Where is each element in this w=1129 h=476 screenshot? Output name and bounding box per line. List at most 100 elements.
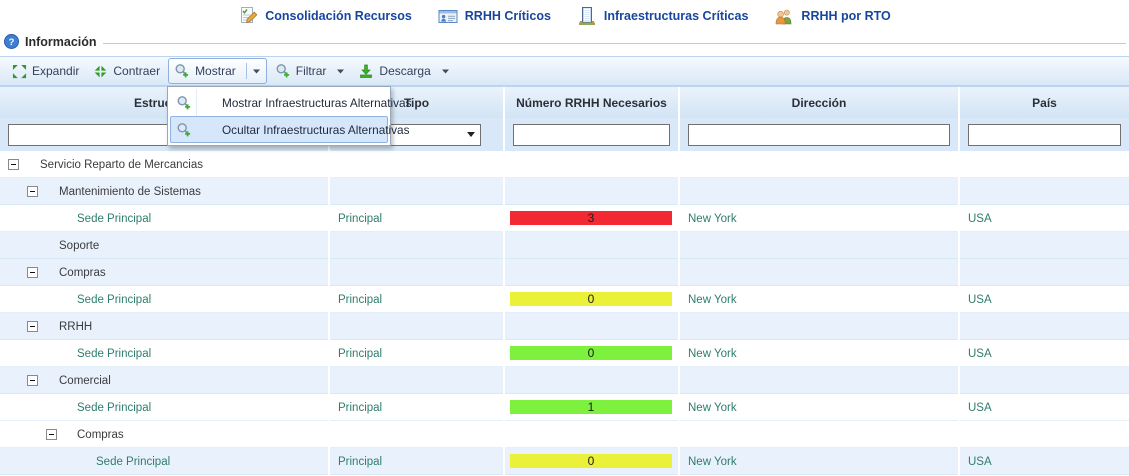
table-row[interactable]: Sede PrincipalPrincipal0New YorkUSA — [0, 286, 1129, 313]
tree-collapse-toggle[interactable] — [27, 321, 38, 332]
collapse-button[interactable]: Contraer — [87, 59, 166, 84]
grid-body: Servicio Reparto de Mercancias Mantenimie… — [0, 151, 1129, 475]
magnifier-plus-icon — [275, 63, 291, 79]
select-arrow-icon — [467, 132, 475, 137]
filter-button[interactable]: Filtrar — [269, 58, 351, 84]
column-header-label: País — [1032, 96, 1057, 110]
tree-collapse-toggle[interactable] — [8, 159, 19, 170]
table-row[interactable]: Sede PrincipalPrincipal3New YorkUSA — [0, 205, 1129, 232]
cell-rrhh — [505, 313, 680, 340]
show-button[interactable]: Mostrar — [168, 58, 267, 84]
cell-tipo — [330, 259, 505, 286]
nav-rrhh-por-rto[interactable]: RRHH por RTO — [774, 8, 890, 25]
cell-direccion — [680, 421, 960, 448]
direccion-value: New York — [680, 294, 737, 306]
top-nav: Consolidación Recursos RRHH Críticos Infra… — [0, 0, 1129, 30]
cell-estructura: Compras — [0, 259, 330, 286]
table-row[interactable]: Sede Principal Principal 0New YorkUSA — [0, 340, 1129, 367]
direccion-value: New York — [680, 402, 737, 414]
menu-item-ocultar-alternativas[interactable]: Ocultar Infraestructuras Alternativas — [170, 116, 388, 143]
filter-pais-input[interactable] — [968, 124, 1121, 146]
cell-rrhh — [505, 367, 680, 394]
rrhh-status-value: 0 — [510, 454, 672, 468]
panel-title: Información — [25, 35, 97, 49]
nav-rrhh-criticos[interactable]: RRHH Críticos — [438, 8, 551, 25]
cell-pais — [960, 259, 1129, 286]
magnifier-plus-icon — [176, 122, 192, 138]
nav-rrhh-criticos-label: RRHH Críticos — [465, 9, 551, 23]
cell-direccion — [680, 313, 960, 340]
table-row[interactable]: Compras — [0, 259, 1129, 286]
cell-estructura: RRHH — [0, 313, 330, 340]
column-header-direccion[interactable]: Dirección — [680, 87, 960, 118]
nav-rrhh-por-rto-label: RRHH por RTO — [801, 9, 890, 23]
table-row[interactable]: Soporte — [0, 232, 1129, 259]
tree-collapse-toggle[interactable] — [27, 186, 38, 197]
pais-value: USA — [960, 402, 992, 414]
cell-tipo — [330, 367, 505, 394]
cell-rrhh: 0 — [505, 340, 680, 367]
svg-text:?: ? — [9, 37, 15, 48]
cell-estructura: Comercial — [0, 367, 330, 394]
table-row[interactable]: RRHH — [0, 313, 1129, 340]
structure-name: Sede Principal — [77, 348, 151, 360]
cell-direccion — [680, 178, 960, 205]
cell-tipo — [330, 313, 505, 340]
nav-consolidacion-recursos[interactable]: Consolidación Recursos — [238, 6, 412, 26]
download-button[interactable]: Descarga — [352, 58, 454, 84]
cell-estructura: Sede Principal — [0, 448, 330, 475]
filter-direccion-input[interactable] — [688, 124, 950, 146]
tree-collapse-toggle[interactable] — [27, 267, 38, 278]
collapse-icon — [93, 64, 108, 79]
app-root: Consolidación Recursos RRHH Críticos Infra… — [0, 0, 1129, 476]
cell-direccion: New York — [680, 448, 960, 475]
table-row[interactable]: Sede PrincipalPrincipal 0 New York USA — [0, 448, 1129, 475]
cell-tipo: Principal — [330, 394, 505, 421]
cell-estructura: Sede Principal — [0, 394, 330, 421]
tree-collapse-toggle[interactable] — [46, 429, 57, 440]
cell-pais: USA — [960, 448, 1129, 475]
cell-direccion: New York — [680, 205, 960, 232]
cell-direccion: New York — [680, 394, 960, 421]
panel-divider — [103, 43, 1126, 44]
menu-item-mostrar-alternativas[interactable]: Mostrar Infraestructuras Alternativas — [170, 89, 388, 116]
nav-infraestructuras-criticas[interactable]: Infraestructuras Críticas — [577, 6, 749, 26]
column-header-rrhh[interactable]: Número RRHH Necesarios — [505, 87, 680, 118]
doc-pencil-icon — [238, 6, 258, 26]
table-row[interactable]: Comercial — [0, 367, 1129, 394]
cell-estructura: Sede Principal — [0, 340, 330, 367]
table-row[interactable]: Servicio Reparto de Mercancias — [0, 151, 1129, 178]
pais-value: USA — [960, 348, 992, 360]
cell-pais — [960, 367, 1129, 394]
direccion-value: New York — [680, 456, 737, 468]
tipo-value: Principal — [330, 348, 382, 360]
chevron-down-icon[interactable] — [246, 63, 266, 79]
cell-direccion: New York — [680, 340, 960, 367]
column-header-pais[interactable]: País — [960, 87, 1129, 118]
expand-button[interactable]: Expandir — [6, 59, 85, 84]
tree-collapse-toggle[interactable] — [27, 375, 38, 386]
table-row[interactable]: Sede PrincipalPrincipal1New YorkUSA — [0, 394, 1129, 421]
cell-tipo: Principal — [330, 448, 505, 475]
structure-name: Mantenimiento de Sistemas — [59, 186, 201, 198]
structure-name: Sede Principal — [77, 213, 151, 225]
cell-estructura: Compras — [0, 421, 330, 448]
table-row[interactable]: Compras — [0, 421, 1129, 448]
chevron-down-icon[interactable] — [337, 69, 344, 74]
cell-estructura: Soporte — [0, 232, 330, 259]
expand-button-label: Expandir — [32, 64, 79, 78]
help-icon[interactable]: ? — [4, 34, 19, 49]
cell-rrhh — [505, 259, 680, 286]
table-row[interactable]: Mantenimiento de Sistemas — [0, 178, 1129, 205]
cell-estructura: Sede Principal — [0, 286, 330, 313]
tipo-value: Principal — [330, 402, 382, 414]
chevron-down-icon[interactable] — [442, 69, 449, 74]
menu-item-mostrar-alternativas-label: Mostrar Infraestructuras Alternativas — [222, 96, 411, 110]
cell-pais — [960, 232, 1129, 259]
filter-cell — [960, 118, 1129, 151]
cell-tipo: Principal — [330, 205, 505, 232]
nav-consolidacion-recursos-label: Consolidación Recursos — [265, 9, 412, 23]
filter-rrhh-input[interactable] — [513, 124, 670, 146]
cell-direccion — [680, 259, 960, 286]
structure-name: Compras — [59, 267, 106, 279]
